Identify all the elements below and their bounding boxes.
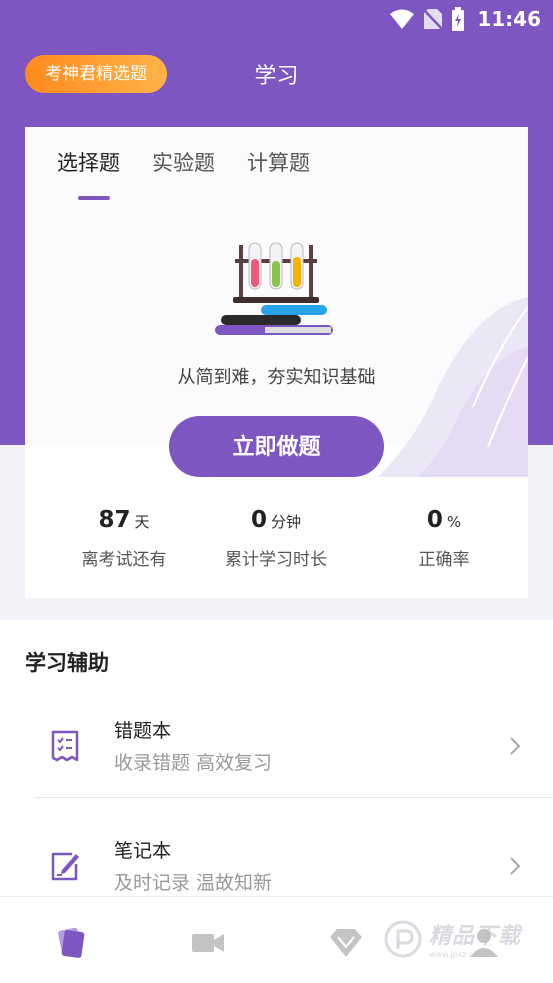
watermark-logo-icon	[384, 920, 422, 957]
chevron-right-icon	[510, 857, 521, 875]
stat-value-row: 0 分钟	[211, 507, 341, 533]
slogan-text: 从简到难，夯实知识基础	[177, 367, 376, 388]
tab-experiment[interactable]: 实验题	[152, 147, 215, 177]
stat-label: 离考试还有	[81, 550, 167, 570]
tab-multiple-choice[interactable]: 选择题	[57, 147, 120, 177]
watermark-text-group: 精品下载 www.jpxz.com	[429, 918, 521, 959]
stat-accuracy: 0% 正确率	[379, 507, 509, 570]
stat-value: 0	[426, 507, 443, 533]
active-tab-indicator	[78, 196, 110, 200]
stat-total-study-time: 0 分钟 累计学习时长	[211, 507, 341, 570]
page-title: 学习	[254, 64, 299, 89]
stat-value-row: 87 天	[59, 507, 189, 533]
stat-value: 87	[98, 507, 131, 533]
start-practice-button[interactable]: 立即做题	[169, 416, 384, 477]
tab-calculation[interactable]: 计算题	[247, 147, 310, 177]
watermark-url: www.jpxz.com	[429, 950, 487, 959]
diamond-icon[interactable]	[326, 925, 366, 961]
stat-unit: %	[446, 513, 462, 531]
aid-item-title: 错题本	[114, 720, 172, 742]
status-time: 11:46	[477, 7, 541, 31]
stat-label: 累计学习时长	[225, 550, 327, 570]
divider	[35, 797, 553, 798]
status-bar: 11:46	[0, 0, 553, 40]
video-icon[interactable]	[188, 925, 228, 961]
edit-note-icon	[51, 852, 79, 881]
watermark: 精品下载 www.jpxz.com	[383, 918, 521, 959]
aid-item-title: 笔记本	[114, 840, 172, 862]
watermark-text: 精品下载	[429, 924, 522, 949]
chevron-right-icon	[510, 737, 521, 755]
mistake-book-item[interactable]: 错题本 收录错题 高效复习	[0, 700, 553, 810]
status-icons: 11:46	[389, 7, 541, 31]
wifi-icon	[390, 9, 415, 29]
stat-label: 正确率	[418, 550, 470, 570]
checklist-icon	[51, 730, 79, 762]
aid-item-subtitle: 收录错题 高效复习	[114, 752, 273, 774]
aid-item-subtitle: 及时记录 温故知新	[114, 872, 273, 894]
stat-value-row: 0%	[379, 507, 509, 533]
stat-days-until-exam: 87 天 离考试还有	[59, 507, 189, 570]
battery-icon	[452, 7, 465, 31]
question-type-tabs: 选择题 实验题 计算题	[57, 147, 310, 177]
test-tubes-illustration-icon	[215, 242, 333, 335]
stat-unit: 分钟	[271, 513, 302, 531]
no-sim-icon	[423, 9, 444, 30]
stat-value: 0	[250, 507, 267, 533]
cards-icon[interactable]	[50, 925, 90, 961]
stat-unit: 天	[134, 513, 150, 531]
study-aids-title: 学习辅助	[25, 651, 109, 675]
practice-card: 选择题 实验题 计算题 从简到难，夯实知识基础 立即做题 87 天 离考试还有 0…	[25, 127, 528, 598]
